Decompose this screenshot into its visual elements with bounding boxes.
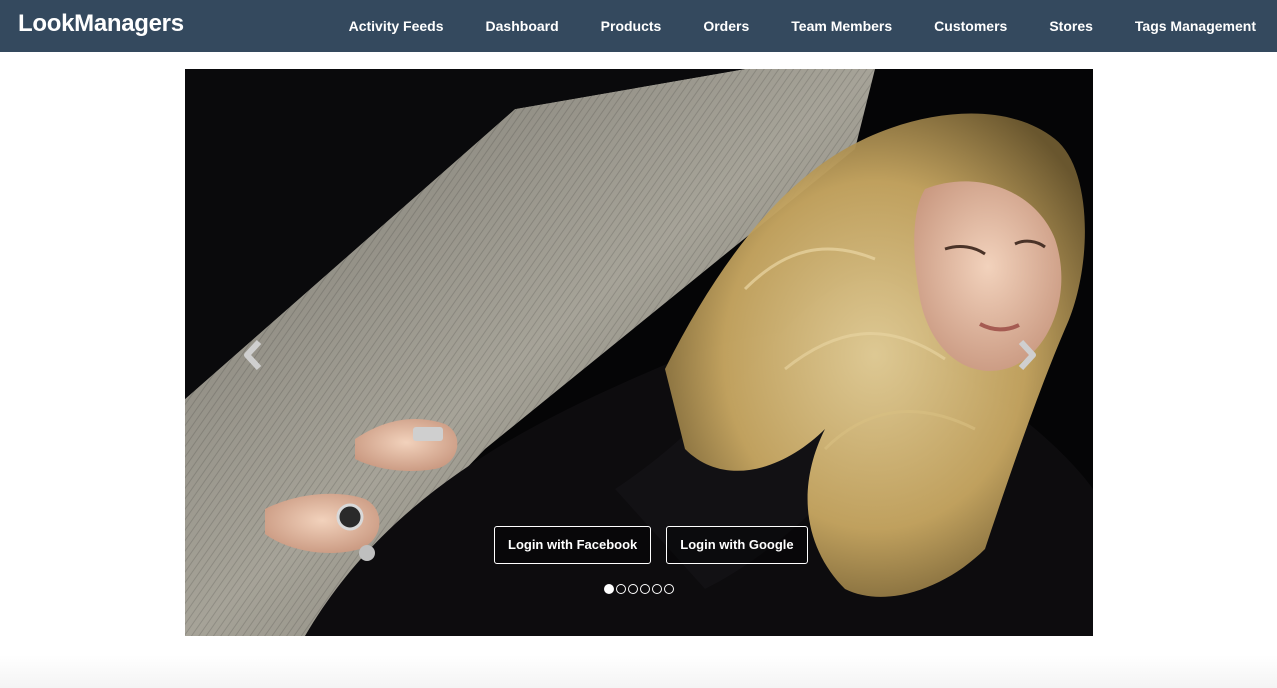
carousel-indicator-6[interactable] <box>664 584 674 594</box>
nav-item-customers[interactable]: Customers <box>913 0 1028 52</box>
nav-item-stores[interactable]: Stores <box>1028 0 1114 52</box>
carousel-prev-button[interactable] <box>233 337 273 373</box>
login-google-button[interactable]: Login with Google <box>666 526 808 564</box>
nav-item-dashboard[interactable]: Dashboard <box>465 0 580 52</box>
chevron-right-icon <box>1018 339 1036 371</box>
chevron-left-icon <box>244 339 262 371</box>
login-buttons: Login with Facebook Login with Google <box>494 526 808 564</box>
nav-item-tags-management[interactable]: Tags Management <box>1114 0 1277 52</box>
nav-item-products[interactable]: Products <box>580 0 683 52</box>
nav-item-activity-feeds[interactable]: Activity Feeds <box>328 0 465 52</box>
nav-item-team-members[interactable]: Team Members <box>770 0 913 52</box>
top-navbar: LookManagers Activity Feeds Dashboard Pr… <box>0 0 1277 52</box>
carousel-indicator-4[interactable] <box>640 584 650 594</box>
carousel-indicator-1[interactable] <box>604 584 614 594</box>
carousel-indicator-2[interactable] <box>616 584 626 594</box>
carousel-indicator-3[interactable] <box>628 584 638 594</box>
hero-carousel: Login with Facebook Login with Google <box>185 69 1093 636</box>
carousel-next-button[interactable] <box>1007 337 1047 373</box>
carousel-indicators <box>604 584 674 594</box>
nav-menu: Activity Feeds Dashboard Products Orders… <box>328 0 1277 52</box>
login-facebook-button[interactable]: Login with Facebook <box>494 526 652 564</box>
brand-logo[interactable]: LookManagers <box>18 10 184 38</box>
page-bottom-edge <box>0 655 1277 688</box>
carousel-indicator-5[interactable] <box>652 584 662 594</box>
nav-item-orders[interactable]: Orders <box>682 0 770 52</box>
